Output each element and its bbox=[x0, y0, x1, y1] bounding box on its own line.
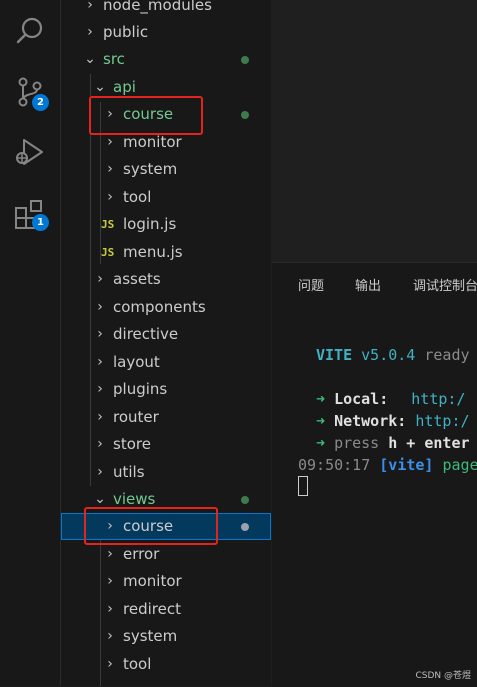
tree-folder-plugins[interactable]: › plugins bbox=[61, 376, 271, 403]
modified-dot bbox=[241, 523, 249, 531]
chevron-right-icon: › bbox=[107, 601, 113, 617]
chevron-down-icon: ⌄ bbox=[84, 51, 96, 67]
run-debug-icon[interactable] bbox=[12, 134, 48, 170]
tree-folder-layout[interactable]: › layout bbox=[61, 349, 271, 376]
tree-folder-utils[interactable]: › utils bbox=[61, 459, 271, 486]
chevron-right-icon: › bbox=[87, 0, 93, 13]
tree-folder-views-redirect[interactable]: › redirect bbox=[61, 596, 271, 623]
tree-folder-assets[interactable]: › assets bbox=[61, 266, 271, 293]
source-control-icon[interactable]: 2 bbox=[12, 74, 49, 111]
editor-area bbox=[272, 0, 477, 262]
chevron-right-icon: › bbox=[107, 573, 113, 589]
terminal-log-line: 09:50:17 [vite] page bbox=[298, 456, 477, 474]
bottom-panel: 问题 输出 调试控制台 VITE v5.0.4 ready ➜ Local: h… bbox=[272, 262, 477, 687]
terminal-help-line: ➜ press h + enter bbox=[316, 434, 470, 452]
chevron-right-icon: › bbox=[107, 161, 113, 177]
tree-folder-api-system[interactable]: › system bbox=[61, 156, 271, 183]
chevron-right-icon: › bbox=[97, 299, 103, 315]
modified-dot bbox=[241, 496, 249, 504]
tree-folder-src[interactable]: ⌄ src bbox=[61, 46, 271, 73]
terminal-vite-line: VITE v5.0.4 ready bbox=[316, 346, 470, 364]
tree-folder-views-system[interactable]: › system bbox=[61, 623, 271, 650]
js-file-icon: JS bbox=[101, 218, 115, 231]
watermark: CSDN @苍煜 bbox=[415, 671, 471, 681]
explorer-tree: › node_modules › public ⌄ src ⌄ api › co… bbox=[61, 0, 271, 686]
tab-problems[interactable]: 问题 bbox=[298, 275, 324, 294]
tree-folder-public[interactable]: › public bbox=[61, 19, 271, 46]
tree-folder-api-tool[interactable]: › tool bbox=[61, 184, 271, 211]
highlight-box bbox=[84, 507, 218, 545]
tree-folder-router[interactable]: › router bbox=[61, 404, 271, 431]
chevron-right-icon: › bbox=[97, 436, 103, 452]
js-file-icon: JS bbox=[101, 246, 115, 259]
tree-folder-components[interactable]: › components bbox=[61, 294, 271, 321]
highlight-box bbox=[89, 96, 203, 135]
extensions-icon[interactable]: 1 bbox=[12, 196, 49, 232]
chevron-right-icon: › bbox=[97, 271, 103, 287]
activity-bar: 2 1 bbox=[0, 0, 61, 686]
terminal-local-line: ➜ Local: http:/ bbox=[316, 390, 466, 408]
tree-folder-node-modules[interactable]: › node_modules bbox=[61, 0, 271, 19]
chevron-right-icon: › bbox=[97, 409, 103, 425]
chevron-right-icon: › bbox=[97, 354, 103, 370]
tree-folder-views-monitor[interactable]: › monitor bbox=[61, 568, 271, 595]
tree-file-menu-js[interactable]: JS menu.js bbox=[61, 239, 271, 266]
chevron-right-icon: › bbox=[97, 326, 103, 342]
chevron-right-icon: › bbox=[87, 24, 93, 40]
chevron-right-icon: › bbox=[107, 546, 113, 562]
chevron-right-icon: › bbox=[107, 656, 113, 672]
extensions-badge: 1 bbox=[32, 214, 49, 231]
chevron-right-icon: › bbox=[97, 464, 103, 480]
tree-file-login-js[interactable]: JS login.js bbox=[61, 211, 271, 238]
search-icon[interactable] bbox=[12, 14, 48, 50]
chevron-right-icon: › bbox=[97, 381, 103, 397]
source-control-badge: 2 bbox=[32, 94, 49, 111]
modified-dot bbox=[241, 111, 249, 119]
tree-folder-store[interactable]: › store bbox=[61, 431, 271, 458]
tree-folder-views-tool[interactable]: › tool bbox=[61, 651, 271, 678]
tree-folder-views-error[interactable]: › error bbox=[61, 541, 271, 568]
modified-dot bbox=[241, 56, 249, 64]
chevron-right-icon: › bbox=[107, 189, 113, 205]
tab-debug-console[interactable]: 调试控制台 bbox=[413, 275, 477, 294]
chevron-right-icon: › bbox=[107, 628, 113, 644]
terminal-cursor bbox=[298, 476, 308, 496]
tree-folder-directive[interactable]: › directive bbox=[61, 321, 271, 348]
terminal-network-line: ➜ Network: http:/ bbox=[316, 412, 470, 430]
tab-output[interactable]: 输出 bbox=[355, 275, 381, 294]
